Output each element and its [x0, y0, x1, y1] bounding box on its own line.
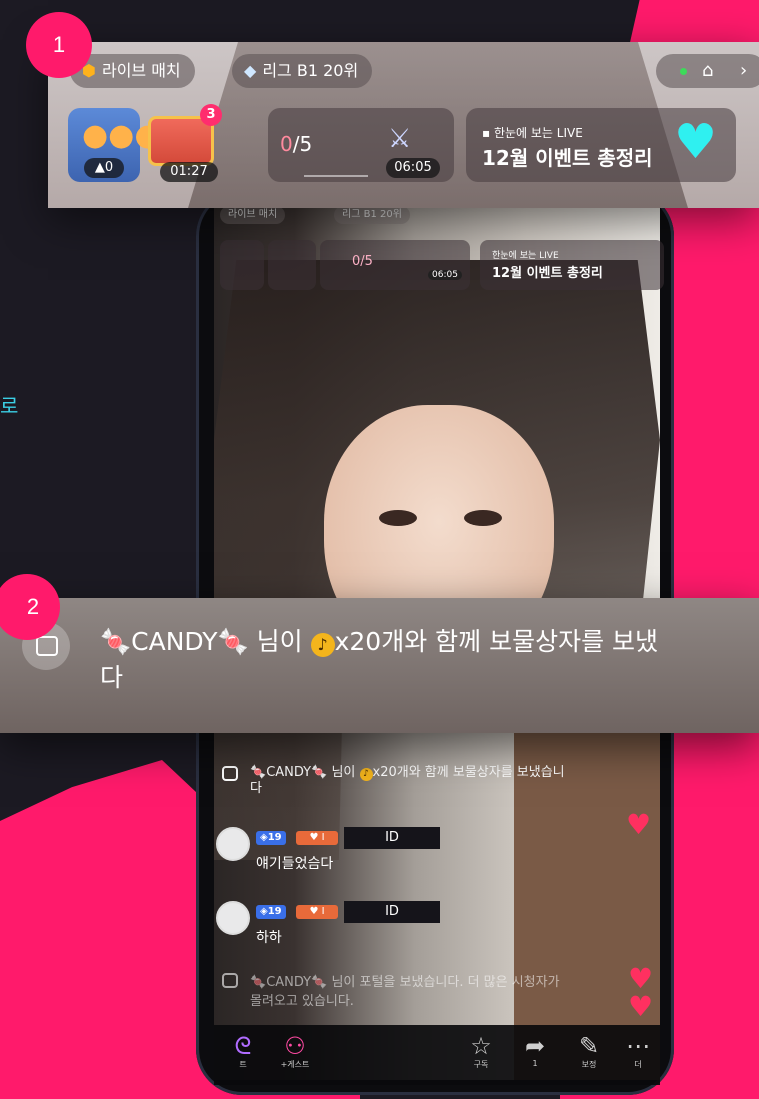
mini-viewer-card[interactable] — [220, 240, 264, 290]
diamond-icon: ◆ — [244, 61, 257, 80]
live-icon: ᘓ — [234, 1032, 252, 1060]
event-label: ▪ 한눈에 보는 LIVE — [482, 126, 583, 140]
home-pill[interactable]: ⌂ › — [656, 54, 759, 88]
fan-badge: ♥ I — [296, 905, 338, 919]
viewer-count: ▲0 — [84, 158, 124, 178]
mini-mission-card[interactable]: 0/5 06:05 — [320, 240, 470, 290]
subscribe-icon: ☆ — [470, 1032, 492, 1060]
zoomed-hud-panel: ⬢ 라이브 매치 ◆ 리그 B1 20위 ⌂ › ●●● ▲0 3 01:27 0/… — [48, 42, 759, 208]
mini-event-card[interactable]: 한눈에 보는 LIVE 12월 이벤트 총정리 — [480, 240, 664, 290]
chat-message-text: 얘기들었슴다 — [256, 856, 334, 872]
heart-icon: ♥ — [674, 114, 718, 170]
coin-icon: ♪ — [310, 633, 335, 657]
home-icon: ⌂ — [702, 60, 714, 81]
floating-heart-icon: ♥ — [626, 808, 652, 841]
user-avatar[interactable] — [216, 827, 250, 861]
chat-message-text: 하하 — [256, 930, 282, 946]
zoomed-chat-panel: 🍬CANDY🍬 님이 ♪ x20개와 함께 보물상자를 보냈 다 — [0, 598, 759, 733]
status-dot-icon — [680, 68, 687, 75]
guests-icon: ⚇ — [284, 1032, 306, 1060]
side-caption-text: 로 — [0, 394, 19, 418]
coin-icon: ♪ — [359, 768, 373, 781]
live-button[interactable]: ᘓ트 — [218, 1033, 268, 1070]
mission-card[interactable]: 0/5 ⚔ 06:05 — [268, 108, 454, 182]
battle-warrior-icon: ⚔ — [388, 124, 412, 154]
gift-box-icon — [222, 973, 238, 988]
treasure-timer: 01:27 — [160, 162, 218, 182]
gift-box-icon — [36, 636, 58, 656]
more-button[interactable]: ⋯ 더 — [618, 1033, 658, 1070]
beauty-button[interactable]: ✎ 보정 — [564, 1033, 614, 1070]
callout-marker-1: 1 — [26, 12, 92, 78]
user-id[interactable]: ID — [344, 901, 440, 923]
chevron-right-icon: › — [740, 60, 748, 81]
mini-league-pill[interactable]: 리그 B1 20위 — [334, 206, 410, 224]
chat-row[interactable]: ◈19 ♥ I ID 하하 — [216, 901, 662, 961]
user-avatar[interactable] — [216, 901, 250, 935]
chat-feed: 🍬CANDY🍬 님이 ♪ x20개와 함께 보물상자를 보냈습니 다 ◈19 ♥ … — [216, 765, 662, 1015]
chat-gift-message: 🍬CANDY🍬 님이 ♪ x20개와 함께 보물상자를 보냈습니 다 — [216, 765, 662, 797]
phone-hud: 라이브 매치 리그 B1 20위 0/5 06:05 한눈에 보는 LIVE 1… — [216, 200, 664, 290]
event-title: 12월 이벤트 총정리 — [482, 146, 653, 170]
fan-badge: ♥ I — [296, 831, 338, 845]
mini-live-match-pill[interactable]: 라이브 매치 — [220, 206, 286, 224]
mission-progress: 0/5 — [280, 132, 313, 156]
floating-heart-icon: ♥ — [628, 962, 654, 995]
mission-progress-bar — [304, 175, 368, 177]
viewers-card[interactable]: ●●● ▲0 — [68, 108, 161, 182]
video-eye-left — [379, 510, 417, 526]
gift-box-icon — [222, 766, 238, 781]
floating-heart-icon: ♥ — [628, 990, 654, 1023]
video-eye-right — [464, 510, 502, 526]
treasure-count-badge: 3 — [200, 104, 222, 126]
mini-treasure-card[interactable] — [268, 240, 316, 290]
treasure-card[interactable]: 3 01:27 — [146, 104, 226, 182]
subscribe-button[interactable]: ☆ 구독 — [456, 1033, 506, 1070]
league-pill[interactable]: ◆ 리그 B1 20위 — [232, 54, 373, 88]
add-guest-button[interactable]: ⚇ +게스트 — [270, 1033, 320, 1070]
share-button[interactable]: ➦ 1 — [510, 1033, 560, 1068]
event-banner[interactable]: ▪ 한눈에 보는 LIVE 12월 이벤트 총정리 ♥ — [466, 108, 736, 182]
more-icon: ⋯ — [626, 1032, 650, 1060]
level-badge: ◈19 — [256, 905, 286, 919]
chat-row[interactable]: ◈19 ♥ I ID 얘기들었슴다 — [216, 827, 662, 887]
bottom-toolbar: ᘓ트 ⚇ +게스트 ☆ 구독 ➦ 1 ✎ 보정 ⋯ 더 — [214, 1025, 660, 1085]
portal-notice: 🍬CANDY🍬 님이 포털을 보냈습니다. 더 많은 시청자가 몰려오고 있습니… — [216, 971, 662, 1015]
share-icon: ➦ — [524, 1032, 546, 1060]
zoomed-gift-message: 🍬CANDY🍬 님이 ♪ x20개와 함께 보물상자를 보냈 다 — [100, 627, 659, 692]
level-badge: ◈19 — [256, 831, 286, 845]
battle-timer: 06:05 — [386, 158, 440, 178]
user-id[interactable]: ID — [344, 827, 440, 849]
beauty-icon: ✎ — [578, 1032, 600, 1060]
